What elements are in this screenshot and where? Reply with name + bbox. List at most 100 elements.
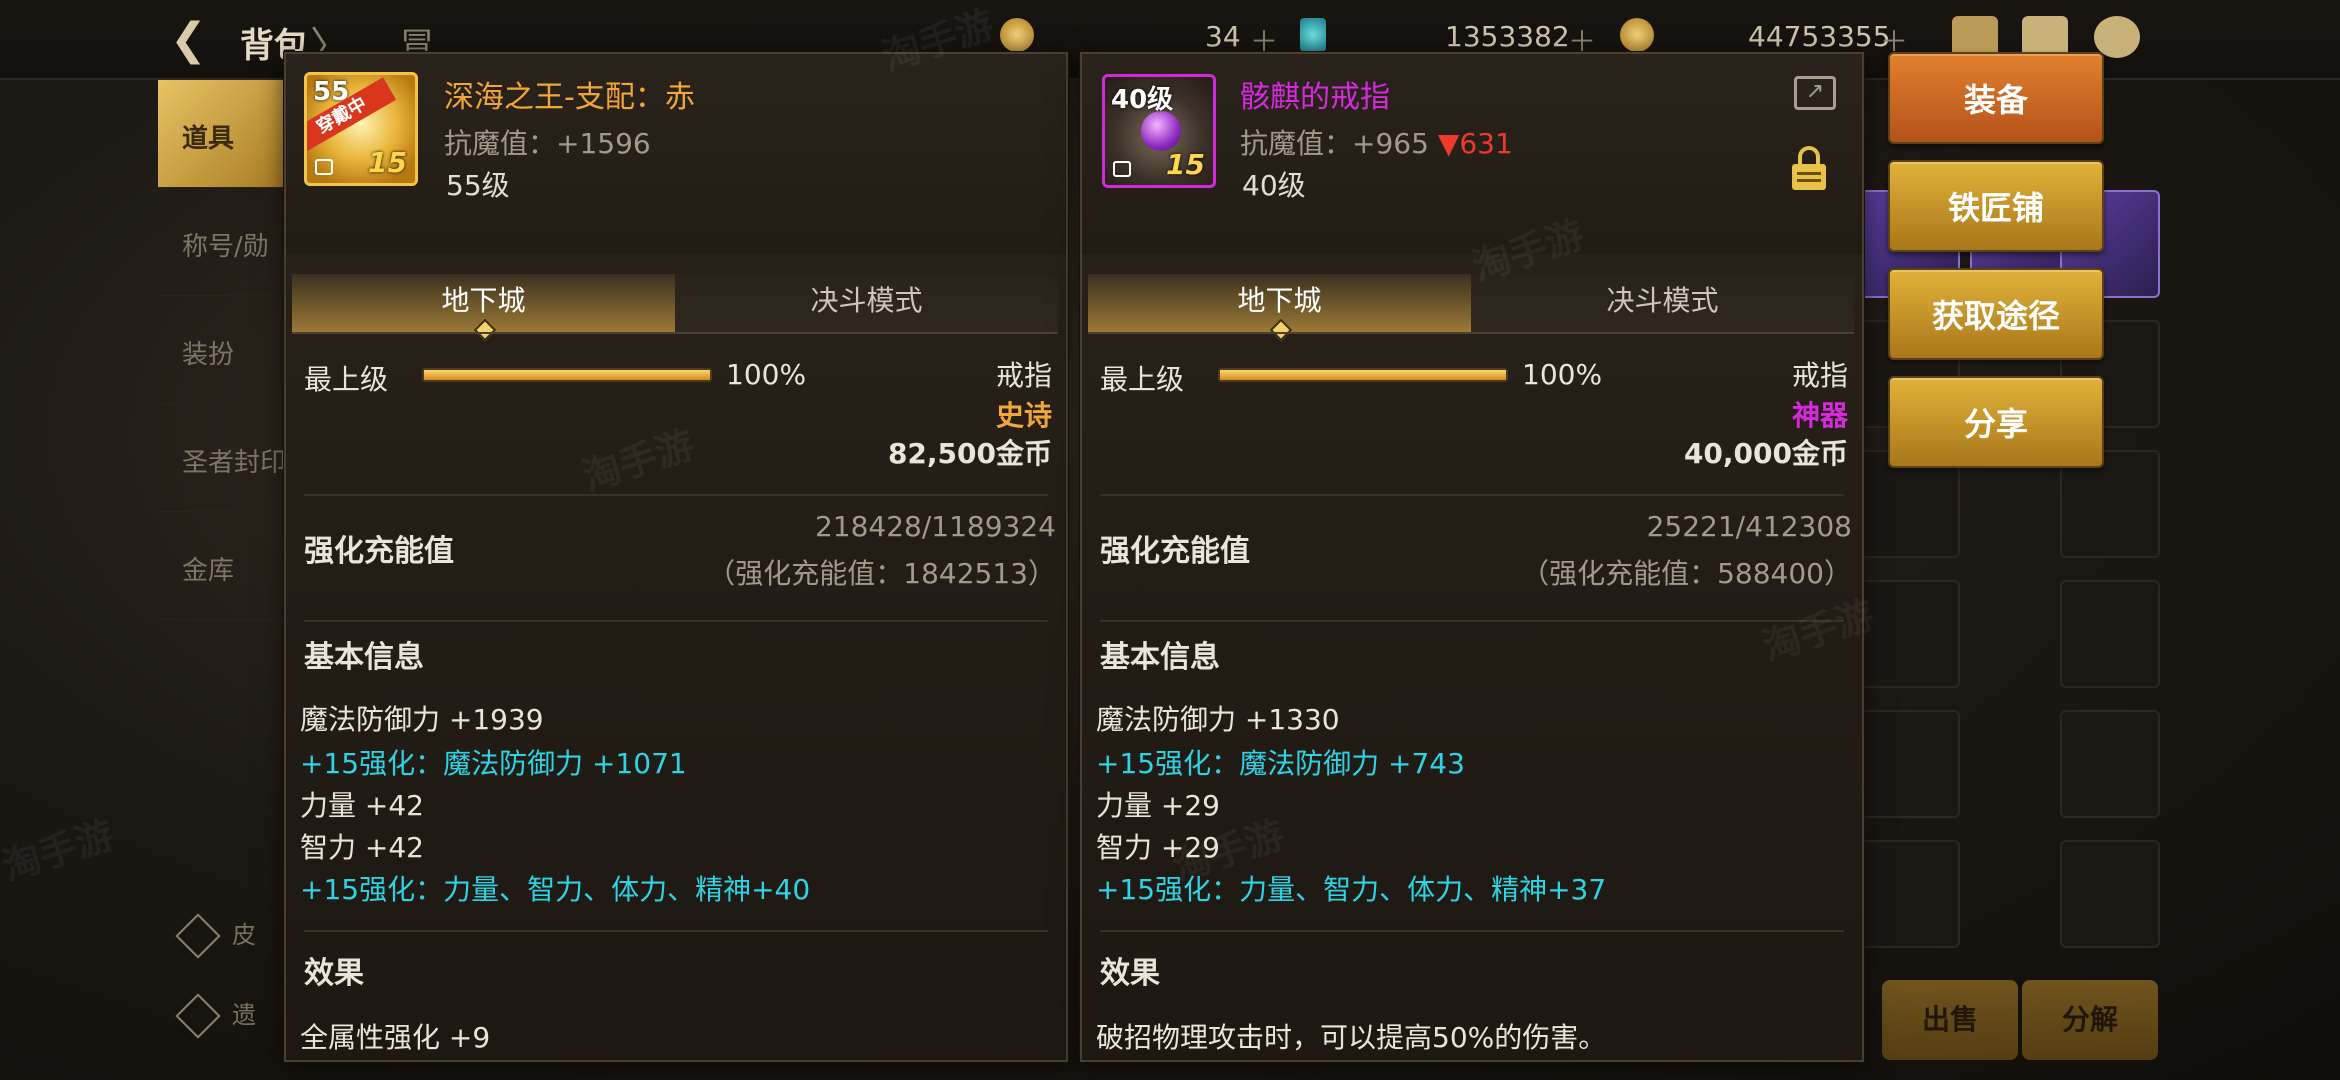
stat-line: 魔法防御力 +1330 [1096, 703, 1340, 736]
magic-resist-value: 抗魔值：+965 [1240, 127, 1429, 160]
left-tab-titles[interactable]: 称号/勋 [158, 188, 288, 296]
share-icon[interactable]: ↗ [1794, 76, 1836, 110]
lock-icon [315, 159, 333, 175]
currency-value-1: 34 [1205, 20, 1241, 53]
grade-bar-fill [424, 370, 710, 380]
inventory-slot[interactable] [2060, 580, 2160, 688]
stat-line: 力量 +29 [1096, 789, 1220, 822]
equip-button[interactable]: 装备 [1888, 52, 2104, 144]
stat-line: 智力 +29 [1096, 831, 1220, 864]
inventory-slot[interactable] [1860, 840, 1960, 948]
charge-label: 强化充能值 [1100, 534, 1250, 569]
stat-line: +15强化：魔法防御力 +1071 [300, 747, 687, 780]
grade-label: 最上级 [304, 363, 389, 396]
tab-divider [1088, 332, 1854, 334]
stat-line: +15强化：力量、智力、体力、精神+40 [300, 873, 811, 906]
watermark: 淘手游 [0, 812, 120, 890]
gem-icon [1141, 111, 1181, 151]
charge-value: 25221/412308 [1646, 510, 1852, 543]
item-price: 82,500金币 [887, 437, 1052, 470]
item-rarity: 史诗 [995, 399, 1052, 432]
gold-coin-icon [1000, 18, 1034, 52]
item-icon: 40级 15 [1102, 74, 1216, 188]
item-detail-panel-selected: 40级 15 骸麒的戒指 抗魔值：+965 ▼631 40级 ↗ 地下城 决斗模… [1080, 52, 1864, 1062]
panel-header: 40级 15 骸麒的戒指 抗魔值：+965 ▼631 40级 ↗ [1082, 54, 1862, 254]
divider [304, 930, 1048, 932]
diamond-icon [175, 993, 221, 1039]
charge-label: 强化充能值 [304, 534, 454, 569]
magic-resist: 抗魔值：+965 ▼631 [1240, 122, 1513, 162]
inventory-slot[interactable] [2060, 840, 2160, 948]
item-detail-panel-equipped: 55 穿戴中 15 深海之王-支配：赤 抗魔值：+1596 55级 地下城 决斗… [284, 52, 1068, 1062]
charge-total: （强化充能值：1842513） [707, 557, 1056, 590]
mode-tabs: 地下城 决斗模式 [1088, 274, 1854, 342]
grade-label: 最上级 [1100, 363, 1185, 396]
item-icon: 55 穿戴中 15 [304, 72, 418, 186]
grade-bar-fill [1220, 370, 1506, 380]
reinforce-level: 15 [368, 146, 407, 179]
magic-resist: 抗魔值：+1596 [444, 127, 651, 160]
diamond-icon [175, 913, 221, 959]
divider [304, 494, 1048, 496]
item-level: 55级 [446, 169, 510, 202]
item-slot: 戒指 [1791, 359, 1848, 392]
grade-percent: 100% [1522, 358, 1603, 391]
divider [1100, 494, 1844, 496]
back-arrow-icon[interactable]: ❮ [170, 14, 207, 65]
magic-resist-diff: ▼631 [1437, 127, 1513, 160]
left-tab-items[interactable]: 道具 [158, 80, 288, 188]
stat-line: 力量 +42 [300, 789, 424, 822]
tab-pvp[interactable]: 决斗模式 [675, 274, 1058, 332]
left-tab-list: 道具 称号/勋 装扮 圣者封印 金库 皮 遗 [158, 80, 288, 1080]
gold-coin-icon [1620, 18, 1654, 52]
basic-info-title: 基本信息 [1100, 640, 1220, 675]
item-name: 骸麒的戒指 [1240, 80, 1390, 115]
currency-value-2: 1353382 [1445, 20, 1570, 53]
icon-level-tag: 40级 [1111, 85, 1174, 115]
divider [1100, 620, 1844, 622]
grade-bar [422, 368, 712, 382]
stat-line: +15强化：力量、智力、体力、精神+37 [1096, 873, 1607, 906]
item-level: 40级 [1242, 169, 1306, 202]
blue-crystal-icon [1300, 18, 1326, 52]
inventory-slot[interactable] [1860, 580, 1960, 688]
mode-tabs: 地下城 决斗模式 [292, 274, 1058, 342]
left-tab-vault[interactable]: 金库 [158, 512, 288, 620]
item-name: 深海之王-支配：赤 [444, 80, 695, 115]
reinforce-level: 15 [1166, 148, 1205, 181]
grade-percent: 100% [726, 358, 807, 391]
effect-title: 效果 [1100, 956, 1160, 991]
sell-button[interactable]: 出售 [1882, 980, 2018, 1060]
inventory-slot[interactable] [2060, 710, 2160, 818]
obtain-source-button[interactable]: 获取途径 [1888, 268, 2104, 360]
effect-text: 破招物理攻击时，可以提高50%的伤害。 [1096, 1021, 1607, 1054]
tab-divider [292, 332, 1058, 334]
stat-line: 智力 +42 [300, 831, 424, 864]
lock-icon[interactable] [1792, 146, 1826, 190]
currency-value-3: 44753355 [1748, 20, 1891, 53]
divider [1100, 930, 1844, 932]
share-button[interactable]: 分享 [1888, 376, 2104, 468]
left-tab-seal[interactable]: 圣者封印 [158, 404, 288, 512]
tab-pvp[interactable]: 决斗模式 [1471, 274, 1854, 332]
item-rarity: 神器 [1791, 399, 1848, 432]
disassemble-button[interactable]: 分解 [2022, 980, 2158, 1060]
stat-line: +15强化：魔法防御力 +743 [1096, 747, 1465, 780]
blacksmith-button[interactable]: 铁匠铺 [1888, 160, 2104, 252]
left-small-item-1[interactable]: 皮 [158, 913, 288, 975]
stat-line: 魔法防御力 +1939 [300, 703, 544, 736]
effect-title: 效果 [304, 956, 364, 991]
chat-icon[interactable] [2094, 16, 2140, 58]
charge-value: 218428/1189324 [814, 510, 1056, 543]
left-small-item-2[interactable]: 遗 [158, 993, 288, 1055]
grade-bar [1218, 368, 1508, 382]
left-tab-avatar[interactable]: 装扮 [158, 296, 288, 404]
effect-text: 全属性强化 +9 [300, 1021, 491, 1054]
inventory-slot[interactable] [1860, 710, 1960, 818]
divider [304, 620, 1048, 622]
item-slot: 戒指 [995, 359, 1052, 392]
lock-icon [1113, 161, 1131, 177]
item-price: 40,000金币 [1683, 437, 1848, 470]
basic-info-title: 基本信息 [304, 640, 424, 675]
charge-total: （强化充能值：588400） [1521, 557, 1852, 590]
